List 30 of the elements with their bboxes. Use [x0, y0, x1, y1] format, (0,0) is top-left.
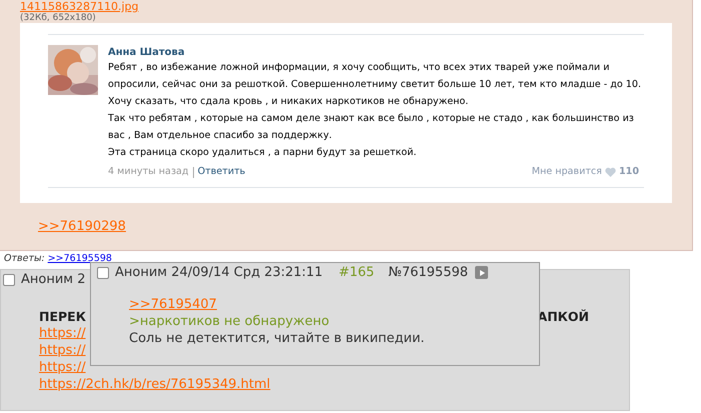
reply-link[interactable]: Ответить	[198, 165, 246, 179]
post-text: Соль не детектится, читайте в википедии.	[129, 330, 426, 347]
checkbox[interactable]	[97, 266, 109, 278]
comment-text: Так что ребятам , которые на самом деле знают как все было , которые не стадо , как большинство из вас , Вам отдельное спасибо за поддержку.	[108, 112, 635, 143]
post-author: Аноним 2	[21, 272, 86, 287]
post-number[interactable]: №76195598	[388, 265, 468, 280]
comment-time: 4 минуты назад	[108, 165, 189, 179]
comment-text: Хочу сказать, что сдала кровь , и никаких наркотиков не обнаружено.	[108, 95, 470, 109]
author-name[interactable]: Анна Шатова	[108, 47, 644, 59]
reply-link[interactable]: >>76195407	[129, 296, 217, 313]
answer-link[interactable]: >>76195598	[48, 253, 112, 264]
checkbox[interactable]	[3, 274, 15, 286]
file-link[interactable]: 14115863287110.jpg	[20, 0, 138, 13]
post-header: Аноним 24/09/14 Срд 23:21:11	[115, 265, 323, 280]
thread-link[interactable]: https://	[39, 325, 86, 342]
thread-link[interactable]: https://	[39, 342, 86, 359]
thread-link[interactable]: https://	[39, 359, 86, 376]
comment-text: Ребят , во избежание ложной информации, я хочу сообщить, что всех этих тварей уже поймали и опросили, сейчас они за решоткой. Совершеннолетниму светит больше 10 лет, тем кто младше - до 10.	[108, 61, 642, 92]
thread-link[interactable]: https://2ch.hk/b/res/76195349.html	[39, 376, 270, 393]
comment-text: Эта страница скоро удалиться , а парни будут за решеткой.	[108, 146, 418, 160]
answers-label: Ответы:	[4, 253, 45, 264]
post-title: ПЕРЕК	[39, 309, 86, 325]
like-count: 110	[618, 165, 639, 179]
quote-text: >наркотиков не обнаружено	[129, 313, 330, 330]
reply-link[interactable]: >>76190298	[38, 219, 126, 234]
post-index: #165	[338, 265, 374, 280]
like-label[interactable]: Мне нравится	[532, 165, 602, 179]
file-info: (32Кб, 652x180)	[20, 13, 97, 23]
play-icon[interactable]	[475, 266, 488, 279]
post-title: АПКОЙ	[538, 309, 589, 325]
